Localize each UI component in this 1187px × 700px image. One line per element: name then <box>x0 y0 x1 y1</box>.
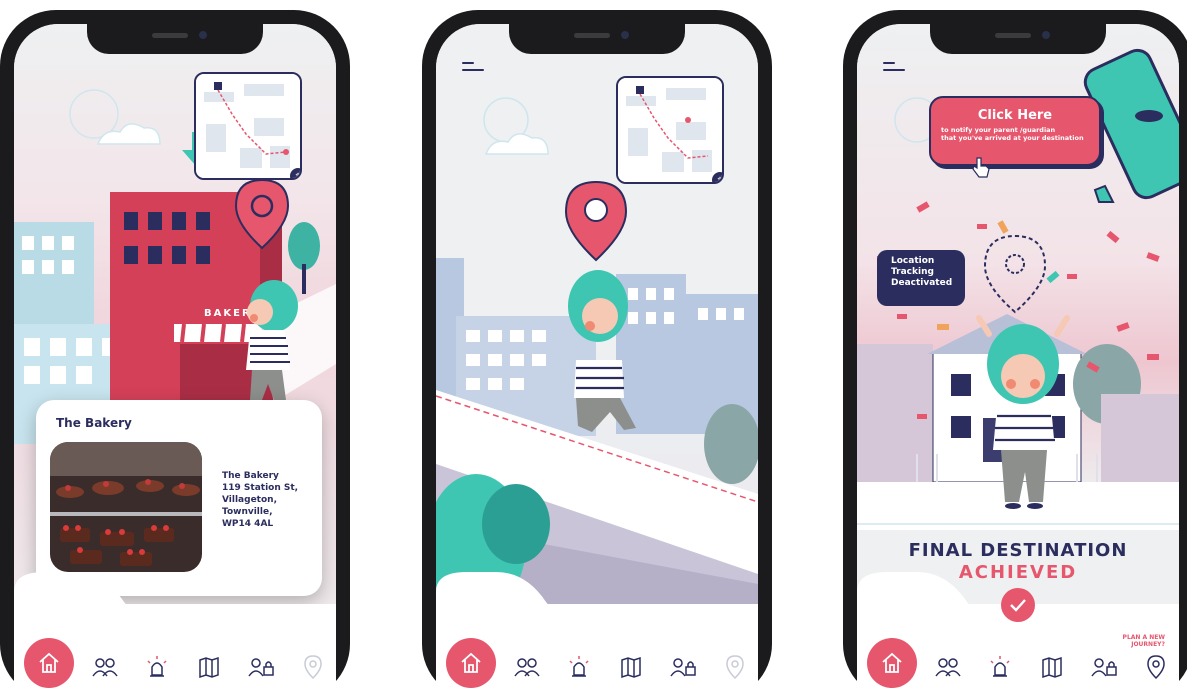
check-icon <box>1001 588 1035 622</box>
tracking-line: Deactivated <box>891 278 953 288</box>
alert-icon[interactable] <box>142 652 172 682</box>
building-sign: BAKER <box>204 308 252 319</box>
map-icon[interactable] <box>1037 652 1067 682</box>
phone-walking: ⌖ <box>422 10 772 700</box>
menu-icon[interactable] <box>462 62 484 72</box>
tracking-status: Location Tracking Deactivated <box>877 250 965 306</box>
screen: ⌖ <box>436 24 758 700</box>
address-line: Villageton, <box>222 495 277 505</box>
map-icon[interactable] <box>194 652 224 682</box>
contacts-lock-icon[interactable] <box>1089 652 1119 682</box>
home-button[interactable] <box>446 638 496 688</box>
phone-bakery: BAKER ⌖ The Bakery The Bakery 119 Statio… <box>0 10 350 700</box>
location-pin-icon[interactable] <box>1141 652 1171 682</box>
home-icon <box>882 652 902 673</box>
screen: Click Here to notify your parent /guardi… <box>857 24 1179 700</box>
nav-icons <box>512 652 750 682</box>
contacts-lock-icon[interactable] <box>668 652 698 682</box>
tracking-line: Location <box>891 256 935 266</box>
home-icon <box>39 652 59 673</box>
final-line1: FINAL DESTINATION <box>908 540 1128 561</box>
notch <box>509 24 685 54</box>
friends-icon[interactable] <box>933 652 963 682</box>
address-line: Townville, <box>222 507 273 517</box>
location-card[interactable]: The Bakery The Bakery 119 Station St, Vi… <box>36 400 322 596</box>
address-line: The Bakery <box>222 471 279 481</box>
card-title: The Bakery <box>56 416 132 430</box>
location-pin-icon[interactable] <box>298 652 328 682</box>
minimap[interactable]: ⌖ <box>616 76 724 184</box>
contacts-lock-icon[interactable] <box>246 652 276 682</box>
notify-parent-button[interactable]: Click Here to notify your parent /guardi… <box>929 96 1101 178</box>
bakery-photo <box>50 442 202 572</box>
map-graphic <box>196 74 300 178</box>
address-line: WP14 4AL <box>222 519 274 529</box>
notify-text: to notify your parent /guardian that you… <box>931 126 1099 142</box>
notch <box>930 24 1106 54</box>
map-graphic <box>618 78 722 182</box>
home-icon <box>461 652 481 673</box>
friends-icon[interactable] <box>90 652 120 682</box>
friends-icon[interactable] <box>512 652 542 682</box>
notify-line: that you've arrived at your destination <box>941 134 1084 142</box>
screen: BAKER ⌖ The Bakery The Bakery 119 Statio… <box>14 24 336 700</box>
notch <box>87 24 263 54</box>
nav-icons <box>933 652 1171 682</box>
tracking-line: Tracking <box>891 267 934 277</box>
notify-title: Click Here <box>977 108 1053 123</box>
pointer-hand-icon <box>972 157 990 178</box>
card-address: The Bakery 119 Station St, Villageton, T… <box>222 470 312 530</box>
nav-icons <box>90 652 328 682</box>
alert-icon[interactable] <box>985 652 1015 682</box>
location-pin-icon[interactable] <box>720 652 750 682</box>
minimap[interactable]: ⌖ <box>194 72 302 180</box>
phone-final-destination: Click Here to notify your parent /guardi… <box>843 10 1187 700</box>
home-button[interactable] <box>867 638 917 688</box>
notify-line: to notify your parent /guardian <box>941 126 1056 134</box>
map-icon[interactable] <box>616 652 646 682</box>
alert-icon[interactable] <box>564 652 594 682</box>
address-line: 119 Station St, <box>222 483 299 493</box>
plan-line: PLAN A NEW <box>1122 634 1165 641</box>
plan-line: JOURNEY? <box>1131 641 1165 648</box>
plan-journey-link[interactable]: PLAN A NEW JOURNEY? <box>1123 634 1165 648</box>
home-button[interactable] <box>24 638 74 688</box>
menu-icon[interactable] <box>883 62 905 72</box>
